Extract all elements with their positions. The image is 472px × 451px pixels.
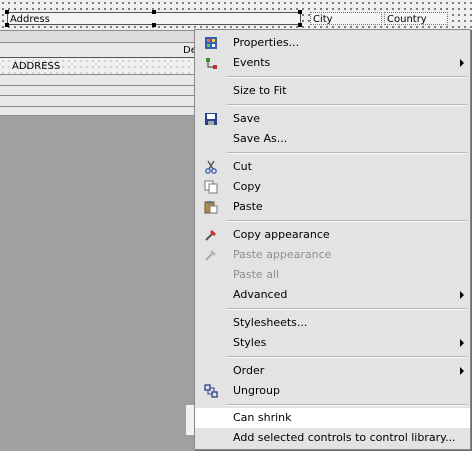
submenu-arrow-icon	[460, 291, 464, 299]
menu-item-properties[interactable]: Properties...	[195, 33, 470, 53]
menu-item-label: Can shrink	[233, 411, 292, 424]
address-field-text: ADDRESS	[12, 61, 61, 72]
report-band[interactable]	[0, 106, 195, 116]
menu-separator	[227, 104, 467, 106]
save-icon	[204, 112, 218, 126]
menu-item-events[interactable]: Events	[195, 53, 470, 73]
menu-item-label: Save	[233, 112, 261, 125]
menu-item-label: Advanced	[233, 288, 288, 301]
detail-band[interactable]: ADDRESS	[0, 57, 195, 74]
report-band[interactable]	[0, 95, 195, 106]
menu-item-label: Paste	[233, 200, 263, 213]
menu-item-label: Paste appearance	[233, 248, 332, 261]
menu-item-paste-appearance[interactable]: Paste appearance	[195, 245, 470, 265]
menu-item-label: Styles	[233, 336, 267, 349]
submenu-arrow-icon	[460, 339, 464, 347]
menu-item-save-as[interactable]: Save As...	[195, 129, 470, 149]
menu-item-add-to-control-library[interactable]: Add selected controls to control library…	[195, 428, 470, 448]
menu-separator	[227, 76, 467, 78]
menu-item-label: Events	[233, 56, 271, 69]
menu-separator	[227, 356, 467, 358]
menu-separator	[227, 404, 467, 406]
menu-item-advanced[interactable]: Advanced	[195, 285, 470, 305]
menu-item-label: Properties...	[233, 36, 300, 49]
menu-item-label: Order	[233, 364, 265, 377]
copy-appearance-icon	[204, 228, 218, 242]
menu-item-copy-appearance[interactable]: Copy appearance	[195, 225, 470, 245]
menu-item-cut[interactable]: Cut	[195, 157, 470, 177]
menu-item-label: Copy	[233, 180, 261, 193]
selection-handle[interactable]	[298, 10, 302, 14]
menu-item-copy[interactable]: Copy	[195, 177, 470, 197]
copy-icon	[204, 180, 218, 194]
address-label-text: Address	[10, 14, 50, 25]
report-band[interactable]	[0, 74, 195, 85]
report-band[interactable]	[0, 85, 195, 95]
menu-item-paste-all[interactable]: Paste all	[195, 265, 470, 285]
ungroup-icon	[204, 384, 218, 398]
selection-handle[interactable]	[152, 10, 156, 14]
report-band[interactable]: De	[0, 42, 197, 57]
menu-item-label: Copy appearance	[233, 228, 330, 241]
report-band[interactable]	[0, 30, 195, 42]
submenu-arrow-icon	[460, 367, 464, 375]
menu-item-label: Paste all	[233, 268, 280, 281]
country-label-text: Country	[387, 14, 427, 25]
city-label-control[interactable]: City	[310, 12, 382, 25]
menu-separator	[227, 152, 467, 154]
paste-appearance-icon	[204, 248, 218, 262]
properties-icon	[204, 36, 218, 50]
menu-item-order[interactable]: Order	[195, 361, 470, 381]
menu-item-label: Add selected controls to control library…	[233, 431, 456, 444]
menu-item-label: Cut	[233, 160, 252, 173]
menu-item-label: Stylesheets...	[233, 316, 308, 329]
menu-item-size-to-fit[interactable]: Size to Fit	[195, 81, 470, 101]
menu-item-save[interactable]: Save	[195, 109, 470, 129]
city-label-text: City	[313, 14, 333, 25]
menu-item-label: Size to Fit	[233, 84, 287, 97]
menu-item-ungroup[interactable]: Ungroup	[195, 381, 470, 401]
menu-item-paste[interactable]: Paste	[195, 197, 470, 217]
cut-icon	[204, 160, 218, 174]
menu-separator	[227, 308, 467, 310]
submenu-arrow-icon	[460, 59, 464, 67]
menu-item-label: Ungroup	[233, 384, 280, 397]
menu-separator	[227, 220, 467, 222]
menu-item-styles[interactable]: Styles	[195, 333, 470, 353]
events-icon	[204, 56, 218, 70]
menu-item-label: Save As...	[233, 132, 288, 145]
country-label-control[interactable]: Country	[384, 12, 448, 25]
selection-handle[interactable]	[298, 23, 302, 27]
paste-icon	[204, 200, 218, 214]
highlight-shadow	[186, 405, 194, 435]
selection-handle[interactable]	[5, 23, 9, 27]
selection-handle[interactable]	[152, 23, 156, 27]
menu-item-can-shrink[interactable]: Can shrink	[195, 408, 470, 428]
selection-handle[interactable]	[5, 10, 9, 14]
menu-item-stylesheets[interactable]: Stylesheets...	[195, 313, 470, 333]
context-menu: Properties... Events Size to Fit Save Sa…	[194, 29, 471, 450]
